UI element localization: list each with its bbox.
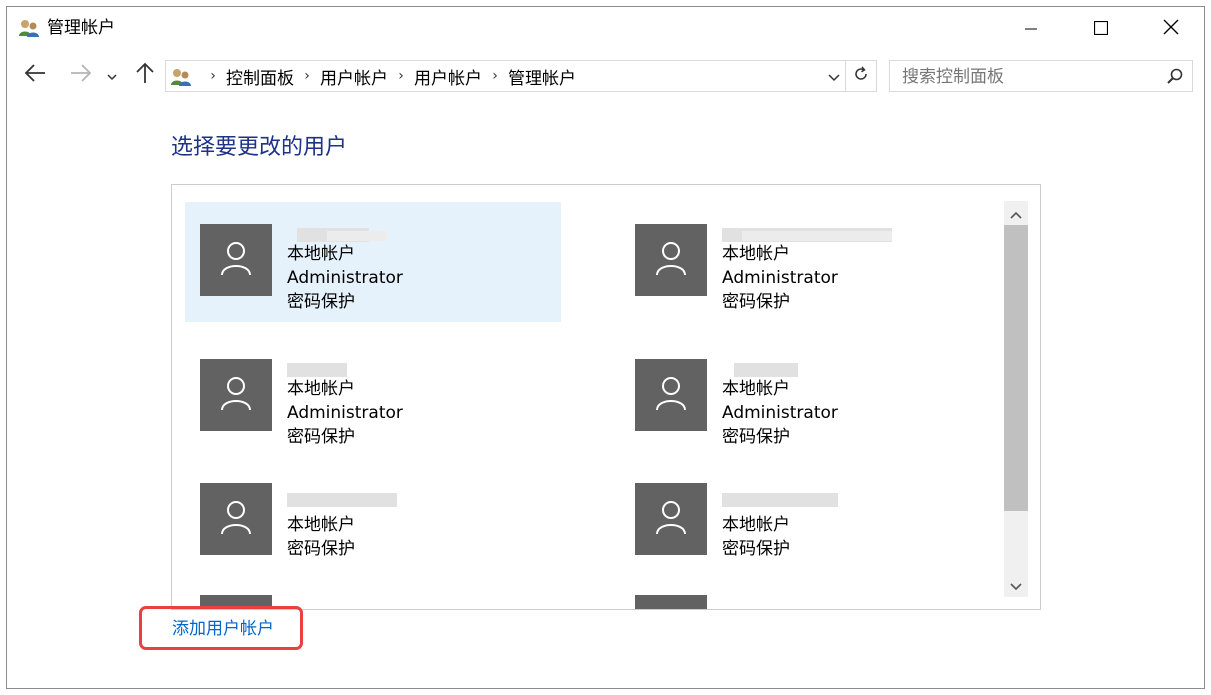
user-password-status: 密码保护 xyxy=(722,427,790,447)
chevron-right-icon[interactable]: › xyxy=(294,68,320,84)
chevron-up-icon xyxy=(1010,204,1022,223)
maximize-button[interactable] xyxy=(1067,7,1135,51)
refresh-icon xyxy=(853,66,869,86)
breadcrumb-user-accounts-sub[interactable]: 用户帐户 xyxy=(414,64,482,89)
user-tile[interactable]: 本地帐户 密码保护 xyxy=(620,461,996,561)
user-name-redacted xyxy=(722,224,892,244)
user-role: Administrator xyxy=(287,268,403,288)
user-tile[interactable]: 本地帐户 Administrator 密码保护 xyxy=(620,337,996,457)
search-icon[interactable] xyxy=(1166,67,1184,85)
address-history-button[interactable] xyxy=(824,61,844,91)
user-name-redacted xyxy=(722,359,822,379)
user-list: 本地帐户 Administrator 密码保护 本地帐户 Administrat… xyxy=(171,184,1041,610)
user-account-type: 本地帐户 xyxy=(722,244,790,264)
user-icon xyxy=(655,499,687,539)
user-name-redacted xyxy=(287,359,387,379)
user-tile[interactable]: 本地帐户 Administrator 密码保护 xyxy=(185,337,561,457)
user-password-status: 密码保护 xyxy=(287,539,355,559)
user-role: Administrator xyxy=(722,268,838,288)
user-accounts-icon xyxy=(170,66,192,88)
user-account-type: 本地帐户 xyxy=(722,379,790,399)
arrow-up-icon xyxy=(136,62,154,88)
user-account-type: 本地帐户 xyxy=(287,379,355,399)
user-name-redacted xyxy=(287,224,387,244)
user-account-type: 本地帐户 xyxy=(287,515,355,535)
avatar xyxy=(635,224,707,296)
user-icon xyxy=(220,240,252,280)
user-role: Administrator xyxy=(722,403,838,423)
chevron-right-icon[interactable]: › xyxy=(388,68,414,84)
user-icon xyxy=(655,375,687,415)
avatar xyxy=(200,224,272,296)
scroll-thumb[interactable] xyxy=(1004,225,1028,511)
highlight-box: 添加用户帐户 xyxy=(139,606,303,650)
vertical-scrollbar[interactable] xyxy=(1004,201,1028,597)
user-password-status: 密码保护 xyxy=(722,292,790,312)
user-icon xyxy=(655,240,687,280)
user-password-status: 密码保护 xyxy=(287,427,355,447)
user-account-type: 本地帐户 xyxy=(722,515,790,535)
title-bar: 管理帐户 xyxy=(7,7,1204,51)
user-tile[interactable]: 本地帐户 Administrator 密码保护 xyxy=(185,202,561,322)
refresh-button[interactable] xyxy=(845,61,876,91)
breadcrumb-user-accounts[interactable]: 用户帐户 xyxy=(320,64,388,89)
close-button[interactable] xyxy=(1137,7,1204,51)
control-panel-window: 管理帐户 › 控制面板 › 用户帐户 › 用户帐户 › 管理帐户 搜索控制面板 … xyxy=(6,6,1205,689)
user-name-redacted xyxy=(722,489,838,509)
avatar xyxy=(635,483,707,555)
add-user-account-link[interactable]: 添加用户帐户 xyxy=(172,618,274,640)
forward-button[interactable] xyxy=(67,61,95,89)
user-password-status: 密码保护 xyxy=(287,292,355,312)
chevron-down-icon xyxy=(1010,576,1022,595)
avatar xyxy=(635,595,707,609)
minimize-button[interactable] xyxy=(997,7,1065,51)
user-role: Administrator xyxy=(287,403,403,423)
scroll-down-button[interactable] xyxy=(1004,573,1028,597)
user-account-type: 本地帐户 xyxy=(287,244,355,264)
breadcrumb-manage-accounts[interactable]: 管理帐户 xyxy=(508,64,576,89)
close-icon xyxy=(1163,19,1179,39)
user-icon xyxy=(220,375,252,415)
breadcrumb: › 控制面板 › 用户帐户 › 用户帐户 › 管理帐户 xyxy=(200,61,576,91)
search-input[interactable] xyxy=(900,61,1154,93)
breadcrumb-control-panel[interactable]: 控制面板 xyxy=(226,64,294,89)
avatar xyxy=(635,359,707,431)
arrow-left-icon xyxy=(24,64,46,86)
avatar xyxy=(200,483,272,555)
address-bar[interactable]: › 控制面板 › 用户帐户 › 用户帐户 › 管理帐户 xyxy=(165,60,877,92)
avatar xyxy=(200,359,272,431)
minimize-icon xyxy=(1025,20,1037,39)
scroll-up-button[interactable] xyxy=(1004,201,1028,225)
user-tile[interactable]: 本地帐户 密码保护 xyxy=(185,461,561,561)
maximize-icon xyxy=(1093,20,1109,39)
chevron-right-icon[interactable]: › xyxy=(482,68,508,84)
up-button[interactable] xyxy=(131,61,159,89)
chevron-right-icon: › xyxy=(210,68,216,84)
user-tile[interactable]: 本地帐户 Administrator 密码保护 xyxy=(620,202,996,322)
arrow-right-icon xyxy=(70,64,92,86)
user-password-status: 密码保护 xyxy=(722,539,790,559)
chevron-down-icon xyxy=(107,66,117,85)
recent-locations-button[interactable] xyxy=(103,61,121,89)
search-box[interactable] xyxy=(889,60,1193,93)
chevron-down-icon xyxy=(828,67,840,86)
page-title: 选择要更改的用户 xyxy=(171,135,348,160)
user-accounts-icon xyxy=(18,17,40,39)
navigation-bar: › 控制面板 › 用户帐户 › 用户帐户 › 管理帐户 xyxy=(7,57,1204,97)
back-button[interactable] xyxy=(21,61,49,89)
user-name-redacted xyxy=(287,489,397,509)
window-title: 管理帐户 xyxy=(47,18,115,38)
user-icon xyxy=(220,499,252,539)
